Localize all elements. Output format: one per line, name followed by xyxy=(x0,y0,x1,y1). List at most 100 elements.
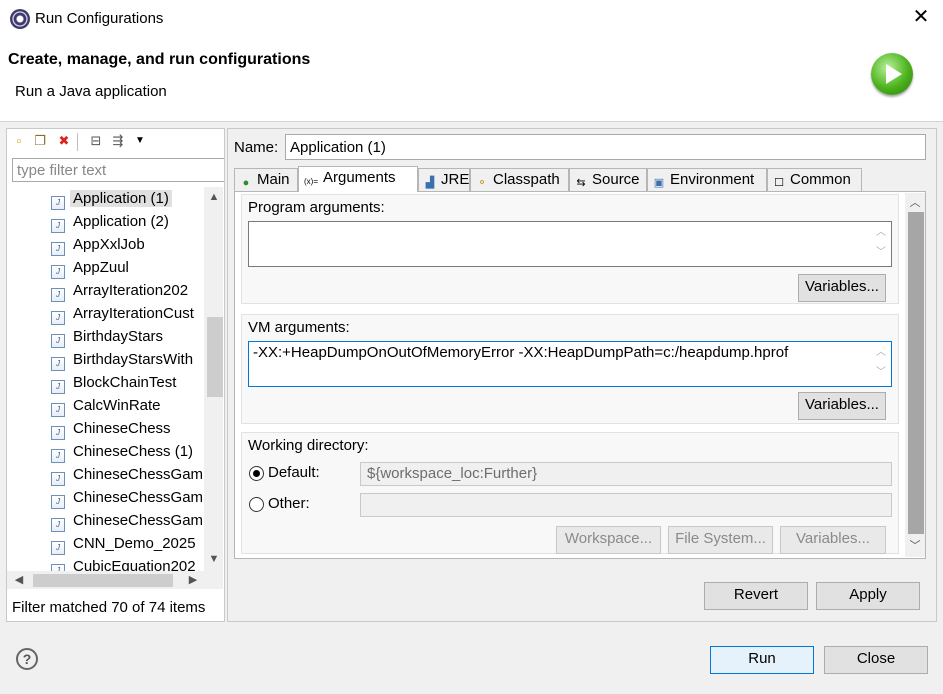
tab-common[interactable]: ☐ Common xyxy=(767,168,862,191)
tree-item[interactable]: J CubicEquation202 xyxy=(51,555,204,571)
tree-item-label: AppXxlJob xyxy=(73,236,145,253)
tree-item[interactable]: J AppXxlJob xyxy=(51,233,204,256)
source-tab-icon: ⇆ xyxy=(576,177,586,189)
tree-item[interactable]: J BirthdayStars xyxy=(51,325,204,348)
tab-panel-scroll-thumb[interactable] xyxy=(908,212,924,534)
tab-main[interactable]: ● Main xyxy=(234,168,298,191)
tree-item[interactable]: J ChineseChess xyxy=(51,417,204,440)
workspace-button[interactable]: Workspace... xyxy=(556,526,661,554)
working-directory-label: Working directory: xyxy=(248,437,369,454)
tree-item-label: Application (2) xyxy=(73,213,169,230)
tab-label: Environment xyxy=(670,171,755,188)
arguments-tab-icon: (x)= xyxy=(304,177,318,186)
default-radio[interactable] xyxy=(249,466,264,481)
textarea-scroll-up-icon[interactable]: ︿ xyxy=(872,343,890,363)
tree-item-label: AppZuul xyxy=(73,259,129,276)
textarea-scroll-down-icon[interactable]: ﹀ xyxy=(872,243,890,263)
help-icon[interactable]: ? xyxy=(16,648,38,670)
tab-source[interactable]: ⇆ Source xyxy=(569,168,647,191)
toolbar-separator xyxy=(77,133,78,151)
tree-item[interactable]: J ChineseChess (1) xyxy=(51,440,204,463)
tree-item[interactable]: J ChineseChessGam xyxy=(51,463,204,486)
working-variables-button[interactable]: Variables... xyxy=(780,526,886,554)
tab-classpath[interactable]: ⚬ Classpath xyxy=(470,168,569,191)
configuration-list-pane: ▫ ❐ ✖ ⊟ ⇶ ▼ J Application (1) J Application… xyxy=(6,128,225,622)
tree-item[interactable]: J ArrayIteration202 xyxy=(51,279,204,302)
textarea-scroll-up-icon[interactable]: ︿ xyxy=(872,223,890,243)
tree-vertical-scroll-thumb[interactable] xyxy=(207,317,223,397)
filter-icon[interactable]: ⇶ xyxy=(111,134,125,148)
vm-variables-button[interactable]: Variables... xyxy=(798,392,886,420)
java-application-icon: J xyxy=(51,219,65,233)
left-toolbar: ▫ ❐ ✖ ⊟ ⇶ ▼ xyxy=(7,129,224,155)
close-icon[interactable]: ✕ xyxy=(910,6,932,28)
filter-input[interactable] xyxy=(12,158,224,182)
java-application-icon: J xyxy=(51,449,65,463)
dialog-header: Create, manage, and run configurations R… xyxy=(0,38,943,122)
tree-item-label: BlockChainTest xyxy=(73,374,177,391)
tree-item-label: BirthdayStars xyxy=(73,328,164,345)
file-system-button[interactable]: File System... xyxy=(668,526,773,554)
tree-item[interactable]: J CalcWinRate xyxy=(51,394,204,417)
tree-item[interactable]: J BlockChainTest xyxy=(51,371,204,394)
tab-jre[interactable]: ▟ JRE xyxy=(418,168,470,191)
tab-environment[interactable]: ▣ Environment xyxy=(647,168,767,191)
tree-item[interactable]: J ArrayIterationCust xyxy=(51,302,204,325)
java-application-icon: J xyxy=(51,196,65,210)
run-button[interactable]: Run xyxy=(710,646,814,674)
name-label: Name: xyxy=(234,139,279,156)
tree-item[interactable]: J Application (1) xyxy=(51,187,204,210)
tree-item[interactable]: J AppZuul xyxy=(51,256,204,279)
tree-item[interactable]: J ChineseChessGam xyxy=(51,509,204,532)
new-config-icon[interactable]: ▫ xyxy=(12,134,26,148)
java-application-icon: J xyxy=(51,472,65,486)
java-application-icon: J xyxy=(51,403,65,417)
java-application-icon: J xyxy=(51,265,65,279)
run-green-icon xyxy=(871,53,913,95)
program-arguments-field[interactable]: ︿ ﹀ xyxy=(248,221,892,267)
java-application-icon: J xyxy=(51,426,65,440)
tree-item[interactable]: J CNN_Demo_2025 xyxy=(51,532,204,555)
tab-arguments[interactable]: (x)= Arguments xyxy=(298,166,418,192)
collapse-all-icon[interactable]: ⊟ xyxy=(89,134,103,148)
tree-item-label: ArrayIteration202 xyxy=(73,282,189,299)
delete-icon[interactable]: ✖ xyxy=(57,134,71,148)
configuration-tree: J Application (1) J Application (2) J AppXxlJ… xyxy=(7,187,204,571)
vm-arguments-field[interactable]: -XX:+HeapDumpOnOutOfMemoryError -XX:Heap… xyxy=(248,341,892,387)
name-field[interactable] xyxy=(285,134,926,160)
tree-item[interactable]: J ChineseChessGam xyxy=(51,486,204,509)
filter-status-text: Filter matched 70 of 74 items xyxy=(12,599,206,616)
textarea-scroll-down-icon[interactable]: ﹀ xyxy=(872,363,890,383)
other-directory-field[interactable] xyxy=(360,493,892,517)
tab-label: Common xyxy=(790,171,851,188)
close-button[interactable]: Close xyxy=(824,646,928,674)
dropdown-arrow-icon[interactable]: ▼ xyxy=(133,134,147,148)
tab-label: Source xyxy=(592,171,640,188)
scroll-down-arrow-icon[interactable]: ▼ xyxy=(206,551,222,567)
scroll-up-arrow-icon[interactable]: ︿ xyxy=(907,195,923,211)
java-application-icon: J xyxy=(51,380,65,394)
apply-button[interactable]: Apply xyxy=(816,582,920,610)
tree-item[interactable]: J Application (2) xyxy=(51,210,204,233)
dialog-header-subtitle: Run a Java application xyxy=(15,83,167,100)
tree-item[interactable]: J BirthdayStarsWith xyxy=(51,348,204,371)
eclipse-app-icon xyxy=(10,9,30,29)
program-variables-button[interactable]: Variables... xyxy=(798,274,886,302)
java-application-icon: J xyxy=(51,288,65,302)
working-directory-group: Working directory: Default: ${workspace_… xyxy=(241,432,899,554)
duplicate-icon[interactable]: ❐ xyxy=(33,134,47,148)
dialog-header-title: Create, manage, and run configurations xyxy=(8,51,311,68)
tree-item-label: ChineseChess xyxy=(73,420,171,437)
scroll-down-arrow-icon[interactable]: ﹀ xyxy=(907,538,923,554)
scroll-left-arrow-icon[interactable]: ◀ xyxy=(11,572,27,588)
other-radio[interactable] xyxy=(249,497,264,512)
java-application-icon: J xyxy=(51,334,65,348)
program-arguments-label: Program arguments: xyxy=(248,199,385,216)
java-application-icon: J xyxy=(51,541,65,555)
scroll-right-arrow-icon[interactable]: ▶ xyxy=(185,572,201,588)
tab-strip: ● Main (x)= Arguments ▟ JRE ⚬ Classpath ⇆ Source ▣… xyxy=(234,166,862,192)
program-arguments-group: Program arguments: ︿ ﹀ Variables... xyxy=(241,194,899,304)
tree-horizontal-scroll-thumb[interactable] xyxy=(33,574,173,587)
revert-button[interactable]: Revert xyxy=(704,582,808,610)
scroll-up-arrow-icon[interactable]: ▲ xyxy=(206,189,222,205)
